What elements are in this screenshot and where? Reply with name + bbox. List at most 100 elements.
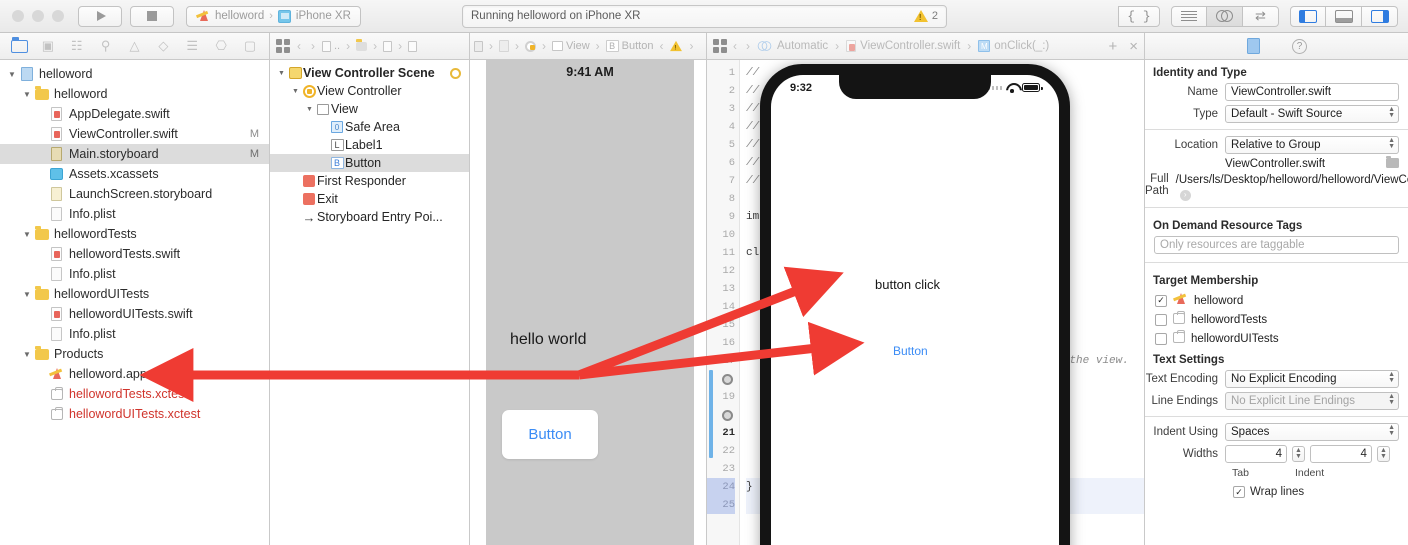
assistant-editor-button[interactable] [1207, 5, 1243, 27]
canvas-back-button[interactable]: ‹ [656, 39, 666, 53]
indent-select[interactable]: Spaces ▲ ▼ [1225, 423, 1399, 441]
disclosure-triangle[interactable]: ▼ [21, 90, 33, 99]
line-number[interactable]: 15 [707, 316, 735, 334]
target-membership-row[interactable]: ✓ helloword [1145, 291, 1408, 310]
target-checkbox[interactable] [1155, 313, 1167, 326]
outline-row[interactable]: Exit [270, 190, 469, 208]
line-number[interactable]: 23 [707, 460, 735, 478]
disclosure-triangle[interactable]: ▼ [6, 70, 18, 79]
project-tree-row[interactable]: Main.storyboard M [0, 144, 269, 164]
project-tree-row[interactable]: hellowordTests.xctest [0, 384, 269, 404]
indent-width-stepper[interactable]: ▲ ▼ [1376, 446, 1390, 462]
test-navigator-icon[interactable]: ◇ [151, 37, 175, 56]
wrap-lines-row[interactable]: ✓ Wrap lines [1145, 486, 1408, 498]
line-number[interactable]: 24 [707, 478, 735, 496]
toggle-navigator-button[interactable] [1290, 5, 1326, 27]
project-tree-row[interactable]: AppDelegate.swift [0, 104, 269, 124]
editor-breadcrumb[interactable]: Automatic › ViewController.swift › M onC… [756, 39, 1049, 53]
outline-row[interactable]: ▼ View [270, 100, 469, 118]
source-control-navigator-icon[interactable]: ▣ [36, 37, 60, 56]
issue-navigator-icon[interactable]: △ [123, 37, 147, 56]
scene-outline-list[interactable]: ▼ View Controller Scene ▼ View Controller ▼ V… [270, 60, 469, 545]
target-checkbox[interactable] [1155, 332, 1167, 345]
line-number[interactable]: 9 [707, 208, 735, 226]
line-number[interactable]: 14 [707, 298, 735, 316]
project-tree-row[interactable]: Info.plist [0, 264, 269, 284]
choose-folder-icon[interactable] [1386, 155, 1399, 168]
minimize-window-button[interactable] [32, 10, 44, 22]
name-field[interactable]: ViewController.swift [1225, 83, 1399, 101]
project-tree-row[interactable]: Info.plist [0, 324, 269, 344]
close-window-button[interactable] [12, 10, 24, 22]
disclosure-triangle[interactable]: ▼ [21, 290, 33, 299]
outline-breadcrumb[interactable]: .. › › › [322, 38, 418, 53]
line-number[interactable]: 5 [707, 136, 735, 154]
line-number-gutter[interactable]: 1 2 3 4 5 6 7 8 9 10 11 12 13 14 15 16 17 19 21 22 23 24 25 [707, 60, 740, 545]
target-checkbox[interactable]: ✓ [1155, 294, 1167, 307]
symbol-navigator-icon[interactable]: ☷ [65, 37, 89, 56]
line-number[interactable]: 17 [707, 352, 735, 370]
editor-forward-button[interactable]: › [743, 39, 753, 53]
wrap-lines-checkbox[interactable]: ✓ [1233, 486, 1245, 498]
disclosure-triangle[interactable]: ▼ [290, 88, 301, 95]
close-editor-button[interactable]: × [1129, 38, 1138, 55]
stop-button[interactable] [130, 5, 174, 27]
forward-button[interactable]: › [308, 39, 318, 53]
code-snippet-button[interactable]: { } [1118, 5, 1160, 27]
endings-select[interactable]: No Explicit Line Endings ▲ ▼ [1225, 392, 1399, 410]
outline-row[interactable]: L Label1 [270, 136, 469, 154]
project-tree-row[interactable]: ▼ hellowordUITests [0, 284, 269, 304]
related-items-icon[interactable] [713, 39, 727, 53]
project-tree-row[interactable]: ViewController.swift M [0, 124, 269, 144]
version-editor-button[interactable]: ⇄ [1243, 5, 1279, 27]
project-tree-row[interactable]: hellowordUITests.swift [0, 304, 269, 324]
disclosure-triangle[interactable]: ▼ [21, 350, 33, 359]
line-number[interactable]: 11 [707, 244, 735, 262]
project-tree-row[interactable]: ▼ Products [0, 344, 269, 364]
line-number[interactable]: 3 [707, 100, 735, 118]
breakpoint-icon[interactable] [722, 409, 733, 421]
project-navigator-icon[interactable] [7, 36, 31, 56]
project-tree-row[interactable]: hellowordUITests.xctest [0, 404, 269, 424]
report-navigator-icon[interactable]: ▢ [238, 37, 262, 56]
line-number[interactable]: 10 [707, 226, 735, 244]
interface-builder-canvas[interactable]: 9:41 AM hello world Button [470, 60, 706, 545]
breakpoint-navigator-icon[interactable]: ⎔ [209, 37, 233, 56]
storyboard-label1[interactable]: hello world [510, 331, 586, 349]
project-tree-row[interactable]: Assets.xcassets [0, 164, 269, 184]
line-number[interactable]: 25 [707, 496, 735, 514]
simulator-screen[interactable]: 9:32 button click Button [771, 75, 1059, 545]
ios-simulator-window[interactable]: 9:32 button click Button [760, 64, 1070, 545]
line-number[interactable]: 1 [707, 64, 735, 82]
disclosure-triangle[interactable]: ▼ [21, 230, 33, 239]
simulator-button[interactable]: Button [893, 344, 928, 358]
tab-width-stepper[interactable]: ▲ ▼ [1292, 446, 1305, 462]
add-editor-button[interactable]: + [1108, 38, 1117, 55]
line-number[interactable]: 8 [707, 190, 735, 208]
line-number[interactable]: 6 [707, 154, 735, 172]
debug-navigator-icon[interactable]: ☰ [180, 37, 204, 56]
quick-help-icon[interactable]: ? [1290, 37, 1310, 55]
warning-icon[interactable] [670, 40, 683, 52]
canvas-forward-button[interactable]: › [686, 39, 696, 53]
line-number[interactable]: 12 [707, 262, 735, 280]
target-membership-row[interactable]: hellowordTests [1145, 310, 1408, 329]
related-items-icon[interactable] [276, 39, 290, 53]
search-navigator-icon[interactable]: ⚲ [94, 37, 118, 56]
outline-row[interactable]: 0 Safe Area [270, 118, 469, 136]
canvas-breadcrumb[interactable]: › › › View › B Button ‹ › [474, 39, 696, 53]
disclosure-triangle[interactable]: ▼ [276, 70, 287, 77]
project-tree-row[interactable]: ▼ hellowordTests [0, 224, 269, 244]
project-tree-row[interactable]: LaunchScreen.storyboard [0, 184, 269, 204]
back-button[interactable]: ‹ [294, 39, 304, 53]
indent-width-field[interactable]: 4 [1309, 445, 1372, 463]
outline-row[interactable]: B Button [270, 154, 469, 172]
project-tree-row[interactable]: ▼ helloword [0, 64, 269, 84]
disclosure-triangle[interactable]: ▼ [304, 106, 315, 113]
odr-tags-field[interactable]: Only resources are taggable [1154, 236, 1399, 254]
code-editor[interactable]: 1 2 3 4 5 6 7 8 9 10 11 12 13 14 15 16 17 19 21 22 23 24 25 //… [707, 60, 1144, 545]
editor-back-button[interactable]: ‹ [730, 39, 740, 53]
line-number[interactable]: 2 [707, 82, 735, 100]
file-inspector-icon[interactable] [1244, 37, 1264, 55]
outline-row[interactable]: ▼ View Controller [270, 82, 469, 100]
